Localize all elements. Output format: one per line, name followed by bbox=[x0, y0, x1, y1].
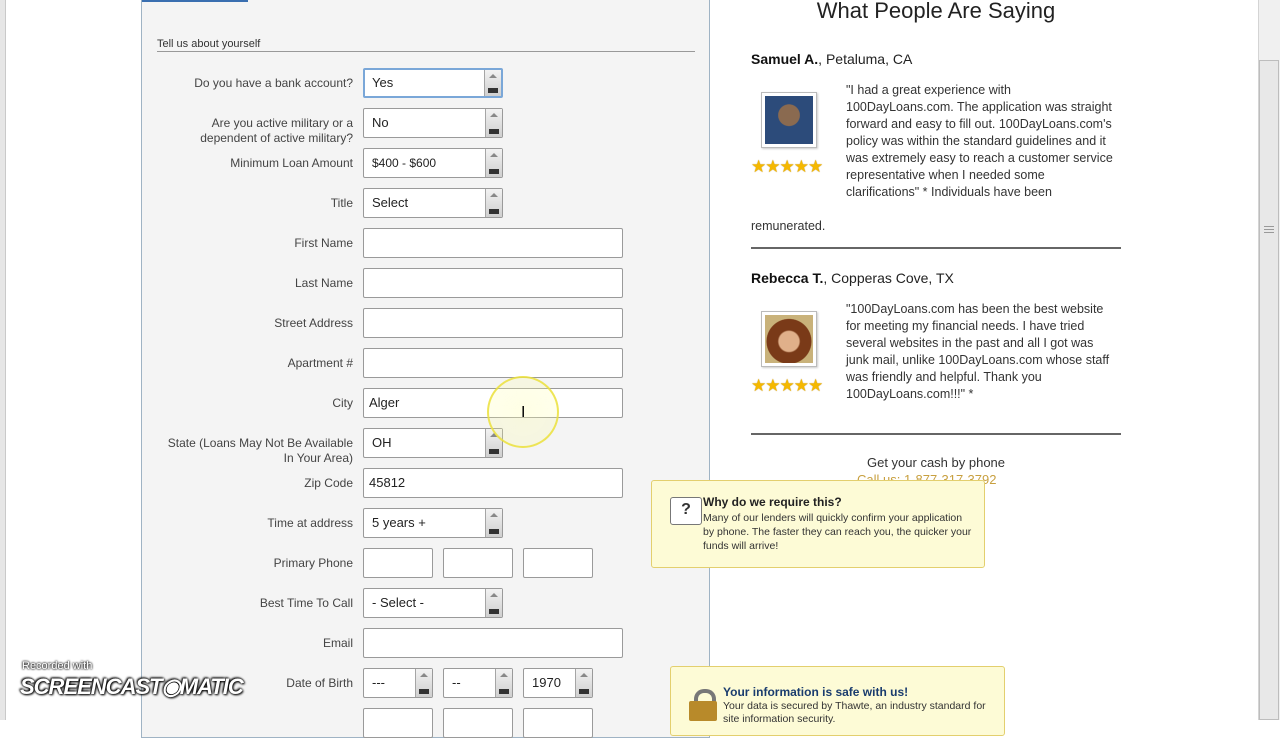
avatar bbox=[761, 311, 817, 367]
screencast-watermark: SCREENCAST◉MATIC bbox=[20, 674, 244, 699]
avatar bbox=[761, 92, 817, 148]
testimonial-divider bbox=[751, 247, 1121, 249]
state-value: OH bbox=[372, 435, 392, 450]
street-address-label: Street Address bbox=[274, 316, 353, 330]
window-edge bbox=[0, 0, 6, 720]
dob-month-select[interactable]: --- bbox=[363, 668, 433, 698]
next-row-input-2[interactable] bbox=[443, 708, 513, 738]
author-name: Samuel A. bbox=[751, 51, 819, 67]
state-label-line2: In Your Area) bbox=[283, 451, 353, 465]
security-title: Your information is safe with us! bbox=[723, 685, 909, 699]
military-value: No bbox=[372, 115, 389, 130]
chevron-down-icon[interactable] bbox=[484, 70, 501, 96]
zip-code-label: Zip Code bbox=[304, 476, 353, 490]
bank-account-value: Yes bbox=[372, 75, 394, 90]
next-row-input-1[interactable] bbox=[363, 708, 433, 738]
best-time-select[interactable]: - Select - bbox=[363, 588, 503, 618]
author-location: , Copperas Cove, TX bbox=[823, 270, 954, 286]
testimonial-quote-tail: remunerated. bbox=[751, 219, 826, 233]
panel-tab-indicator bbox=[142, 0, 248, 2]
time-at-address-value: 5 years + bbox=[372, 515, 426, 530]
dob-day-value: -- bbox=[452, 675, 461, 690]
testimonial-quote: "I had a great experience with 100DayLoa… bbox=[846, 83, 1113, 199]
best-time-value: - Select - bbox=[372, 595, 425, 610]
testimonial-author: Rebecca T., Copperas Cove, TX bbox=[751, 270, 954, 286]
email-input[interactable] bbox=[363, 628, 623, 658]
section-divider bbox=[157, 51, 695, 52]
chevron-down-icon[interactable] bbox=[485, 189, 502, 217]
phone-area-code-input[interactable] bbox=[363, 548, 433, 578]
help-tooltip: ? Why do we require this? Many of our le… bbox=[651, 480, 985, 568]
lock-icon bbox=[689, 689, 717, 721]
first-name-input[interactable] bbox=[363, 228, 623, 258]
first-name-label: First Name bbox=[294, 236, 353, 250]
scrollbar-thumb[interactable] bbox=[1259, 60, 1279, 720]
state-label-line1: State (Loans May Not Be Available bbox=[167, 436, 353, 450]
min-loan-label: Minimum Loan Amount bbox=[230, 156, 353, 170]
testimonial-divider bbox=[751, 433, 1121, 435]
dob-month-value: --- bbox=[372, 675, 385, 690]
security-notice: Your information is safe with us! Your d… bbox=[670, 666, 1005, 736]
title-select[interactable]: Select bbox=[363, 188, 503, 218]
testimonial-quote: "100DayLoans.com has been the best websi… bbox=[846, 302, 1110, 401]
military-select[interactable]: No bbox=[363, 108, 503, 138]
tooltip-title: Why do we require this? bbox=[703, 495, 842, 509]
email-label: Email bbox=[322, 636, 353, 650]
min-loan-select[interactable]: $400 - $600 bbox=[363, 148, 503, 178]
time-at-address-label: Time at address bbox=[267, 516, 353, 530]
min-loan-value: $400 - $600 bbox=[372, 156, 437, 170]
phone-prefix-input[interactable] bbox=[443, 548, 513, 578]
watermark-caption: Recorded with bbox=[22, 660, 93, 672]
last-name-input[interactable] bbox=[363, 268, 623, 298]
chevron-down-icon[interactable] bbox=[415, 669, 432, 697]
section-title: Tell us about yourself bbox=[157, 38, 261, 50]
dob-year-select[interactable]: 1970 bbox=[523, 668, 593, 698]
street-address-input[interactable] bbox=[363, 308, 623, 338]
apartment-label: Apartment # bbox=[287, 356, 353, 370]
question-icon: ? bbox=[670, 497, 702, 525]
dob-label: Date of Birth bbox=[286, 676, 353, 690]
last-name-label: Last Name bbox=[294, 276, 353, 290]
next-row-input-3[interactable] bbox=[523, 708, 593, 738]
military-label-line1: Are you active military or a bbox=[211, 116, 353, 130]
title-value: Select bbox=[372, 195, 409, 210]
author-location: , Petaluma, CA bbox=[818, 51, 913, 67]
text-cursor-icon: I bbox=[521, 403, 526, 421]
chevron-down-icon[interactable] bbox=[485, 109, 502, 137]
tooltip-body: Many of our lenders will quickly confirm… bbox=[703, 512, 972, 552]
apartment-input[interactable] bbox=[363, 348, 623, 378]
bank-account-label: Do you have a bank account? bbox=[194, 76, 353, 90]
dob-year-value: 1970 bbox=[532, 675, 561, 690]
chevron-down-icon[interactable] bbox=[485, 509, 502, 537]
security-body: Your data is secured by Thawte, an indus… bbox=[723, 700, 986, 725]
star-rating-icon: ★★★★★ bbox=[751, 376, 823, 395]
military-label: Are you active military or a dependent o… bbox=[200, 116, 353, 146]
chevron-down-icon[interactable] bbox=[575, 669, 592, 697]
bank-account-select[interactable]: Yes bbox=[363, 68, 503, 98]
phone-line-input[interactable] bbox=[523, 548, 593, 578]
primary-phone-label: Primary Phone bbox=[273, 556, 353, 570]
scrollbar-grip-icon bbox=[1264, 226, 1274, 234]
star-rating-icon: ★★★★★ bbox=[751, 157, 823, 176]
chevron-down-icon[interactable] bbox=[485, 149, 502, 177]
testimonial-author: Samuel A., Petaluma, CA bbox=[751, 51, 912, 67]
city-label: City bbox=[332, 396, 353, 410]
author-name: Rebecca T. bbox=[751, 270, 824, 286]
state-select[interactable]: OH bbox=[363, 428, 503, 458]
chevron-down-icon[interactable] bbox=[485, 589, 502, 617]
state-label: State (Loans May Not Be Available In You… bbox=[168, 436, 353, 466]
time-at-address-select[interactable]: 5 years + bbox=[363, 508, 503, 538]
phone-cta-text: Get your cash by phone bbox=[866, 455, 1006, 470]
chevron-down-icon[interactable] bbox=[495, 669, 512, 697]
dob-day-select[interactable]: -- bbox=[443, 668, 513, 698]
best-time-label: Best Time To Call bbox=[259, 596, 353, 610]
title-label: Title bbox=[330, 196, 353, 210]
military-label-line2: dependent of active military? bbox=[200, 131, 353, 145]
testimonials-heading: What People Are Saying bbox=[816, 0, 1056, 23]
zip-code-input[interactable]: 45812 bbox=[363, 468, 623, 498]
